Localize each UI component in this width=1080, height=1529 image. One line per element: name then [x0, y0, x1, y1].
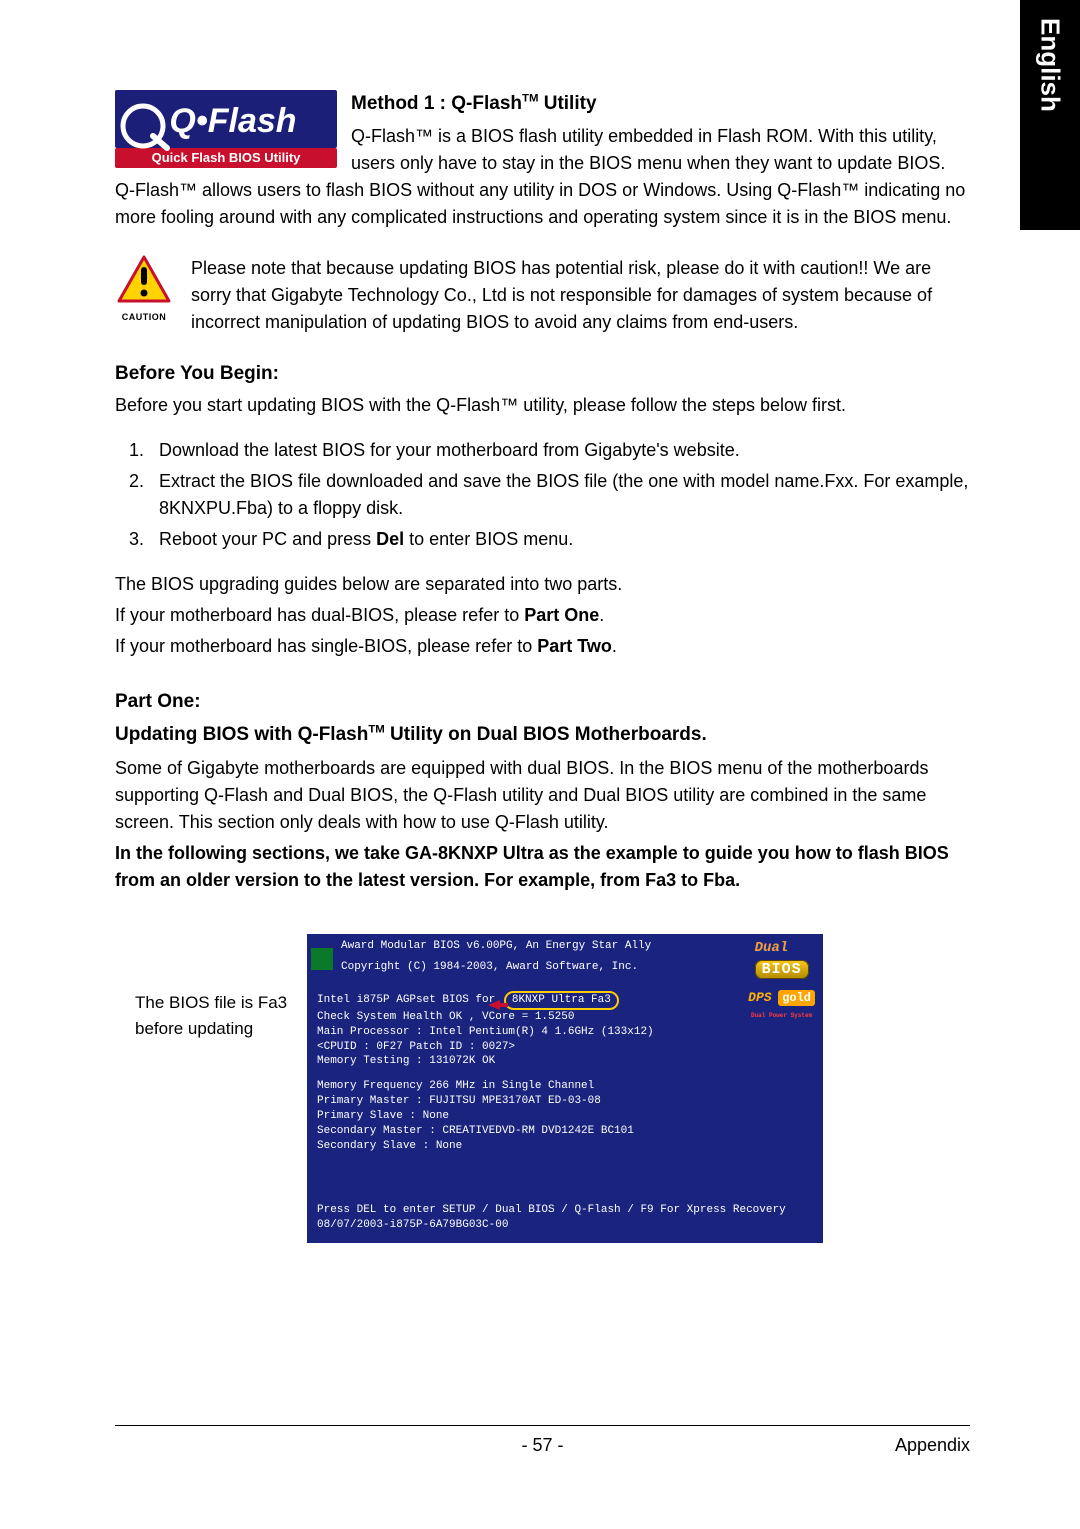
page-content: Q•Flash Quick Flash BIOS Utility Method …: [0, 0, 1080, 1243]
footer-section: Appendix: [895, 1432, 970, 1459]
bios-foot1: Press DEL to enter SETUP / Dual BIOS / Q…: [317, 1203, 813, 1218]
part-one-bold: In the following sections, we take GA-8K…: [115, 840, 970, 894]
bios-hdr1: Award Modular BIOS v6.00PG, An Energy St…: [341, 938, 651, 955]
caution-icon: CAUTION: [115, 255, 173, 325]
page-footer: - 57 - Appendix: [115, 1425, 970, 1459]
gold-badge: gold: [778, 990, 815, 1006]
dps-sub-badge: Dual Power System: [751, 1012, 812, 1019]
before-title: Before You Begin:: [115, 360, 970, 389]
bios-line: Secondary Master : CREATIVEDVD-RM DVD124…: [317, 1124, 813, 1139]
bios-line: Secondary Slave : None: [317, 1139, 813, 1154]
part-one-body: Some of Gigabyte motherboards are equipp…: [115, 755, 970, 836]
caution-label: CAUTION: [115, 311, 173, 325]
logo-sub-text: Quick Flash BIOS Utility: [152, 150, 302, 165]
guides-single: If your motherboard has single-BIOS, ple…: [115, 633, 970, 660]
tm-mark: TM: [522, 93, 538, 105]
part-one-title: Part One:: [115, 688, 970, 717]
bios-line: Main Processor : Intel Pentium(R) 4 1.6G…: [317, 1025, 813, 1040]
bios-line: Primary Master : FUJITSU MPE3170AT ED-03…: [317, 1094, 813, 1109]
before-text: Before you start updating BIOS with the …: [115, 392, 970, 419]
caution-text: Please note that because updating BIOS h…: [115, 255, 970, 336]
epa-icon: [311, 948, 333, 970]
bios-line: Primary Slave : None: [317, 1109, 813, 1124]
guides-intro: The BIOS upgrading guides below are sepa…: [115, 571, 970, 598]
bios-hdr2: Copyright (C) 1984-2003, Award Software,…: [341, 959, 651, 976]
bios-badges: Dual BIOS DPS gold Dual Power System: [748, 938, 815, 1024]
guides-dual: If your motherboard has dual-BIOS, pleas…: [115, 602, 970, 629]
bios-badge: BIOS: [755, 960, 809, 979]
bios-line: Memory Testing : 131072K OK: [317, 1054, 813, 1069]
logo-main-text: Q•Flash: [169, 102, 296, 140]
steps-list: Download the latest BIOS for your mother…: [115, 437, 970, 553]
page-number: - 57 -: [521, 1432, 563, 1459]
bios-highlight: 8KNXP Ultra Fa3: [504, 991, 619, 1010]
part-one-subtitle: Updating BIOS with Q-FlashTM Utility on …: [115, 721, 970, 750]
bios-block: The BIOS file is Fa3 before updating Dua…: [115, 934, 970, 1243]
step-item: Download the latest BIOS for your mother…: [149, 437, 970, 464]
bios-foot2: 08/07/2003-i875P-6A79BG03C-00: [317, 1218, 813, 1233]
bios-note: The BIOS file is Fa3 before updating: [115, 934, 295, 1041]
bios-screen: Dual BIOS DPS gold Dual Power System Awa…: [307, 934, 823, 1243]
dps-badge: DPS: [748, 990, 771, 1005]
bios-body: Intel i875P AGPset BIOS for 8KNXP Ultra …: [307, 979, 823, 1237]
bios-line: Memory Frequency 266 MHz in Single Chann…: [317, 1079, 813, 1094]
method-title-post: Utility: [538, 93, 596, 114]
method-title-pre: Method 1 : Q-Flash: [351, 93, 522, 114]
dual-badge: Dual: [755, 940, 789, 956]
bios-line: Intel i875P AGPset BIOS for 8KNXP Ultra …: [317, 991, 813, 1010]
caution-block: CAUTION Please note that because updatin…: [115, 255, 970, 340]
bios-header: Award Modular BIOS v6.00PG, An Energy St…: [307, 934, 823, 979]
bios-line: <CPUID : 0F27 Patch ID : 0027>: [317, 1040, 813, 1055]
bios-line: Check System Health OK , VCore = 1.5250: [317, 1010, 813, 1025]
step-item: Reboot your PC and press Del to enter BI…: [149, 526, 970, 553]
step-item: Extract the BIOS file downloaded and sav…: [149, 468, 970, 522]
qflash-logo: Q•Flash Quick Flash BIOS Utility: [115, 90, 337, 168]
language-tab: English: [1020, 0, 1080, 230]
